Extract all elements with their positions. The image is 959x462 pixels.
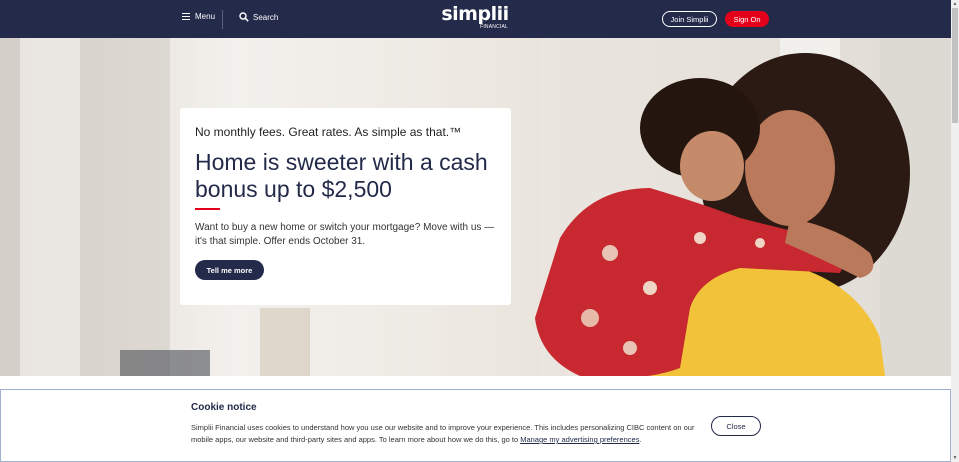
header-divider bbox=[222, 10, 223, 29]
promo-tagline: No monthly fees. Great rates. As simple … bbox=[195, 125, 462, 139]
cookie-close-button[interactable]: Close bbox=[711, 416, 761, 436]
menu-button[interactable]: Menu bbox=[182, 12, 215, 21]
cookie-title: Cookie notice bbox=[191, 402, 257, 413]
site-header: Menu Search simplii FINANCIAL Join Simpl… bbox=[0, 0, 951, 38]
cookie-text: Simplii Financial uses cookies to unders… bbox=[191, 422, 701, 446]
simplii-logo[interactable]: simplii FINANCIAL bbox=[440, 4, 510, 34]
search-icon bbox=[239, 12, 249, 22]
hero-banner: No monthly fees. Great rates. As simple … bbox=[0, 38, 951, 376]
join-simplii-button[interactable]: Join Simplii bbox=[662, 11, 717, 27]
sign-on-button[interactable]: Sign On bbox=[725, 11, 769, 27]
hamburger-icon bbox=[182, 13, 190, 20]
manage-advertising-preferences-link[interactable]: Manage my advertising preferences bbox=[520, 435, 639, 444]
promo-body: Want to buy a new home or switch your mo… bbox=[195, 222, 495, 247]
scroll-down-arrow-icon[interactable]: ▼ bbox=[951, 454, 959, 462]
logo-wordmark: simplii bbox=[441, 3, 509, 25]
cookie-text-end: . bbox=[639, 435, 642, 444]
menu-label: Menu bbox=[195, 12, 216, 21]
promo-card: No monthly fees. Great rates. As simple … bbox=[180, 108, 511, 305]
page-scrollbar[interactable]: ▲ ▼ bbox=[951, 0, 959, 462]
search-label: Search bbox=[253, 12, 279, 22]
page: Menu Search simplii FINANCIAL Join Simpl… bbox=[0, 0, 951, 462]
scrollbar-thumb[interactable] bbox=[952, 8, 958, 123]
search-button[interactable]: Search bbox=[239, 12, 278, 22]
scroll-up-arrow-icon[interactable]: ▲ bbox=[951, 0, 959, 8]
promo-accent-rule bbox=[195, 208, 220, 210]
promo-title: Home is sweeter with a cash bonus up to … bbox=[195, 149, 488, 202]
tell-me-more-button[interactable]: Tell me more bbox=[195, 260, 264, 280]
cookie-notice: Cookie notice Simplii Financial uses coo… bbox=[0, 389, 951, 462]
